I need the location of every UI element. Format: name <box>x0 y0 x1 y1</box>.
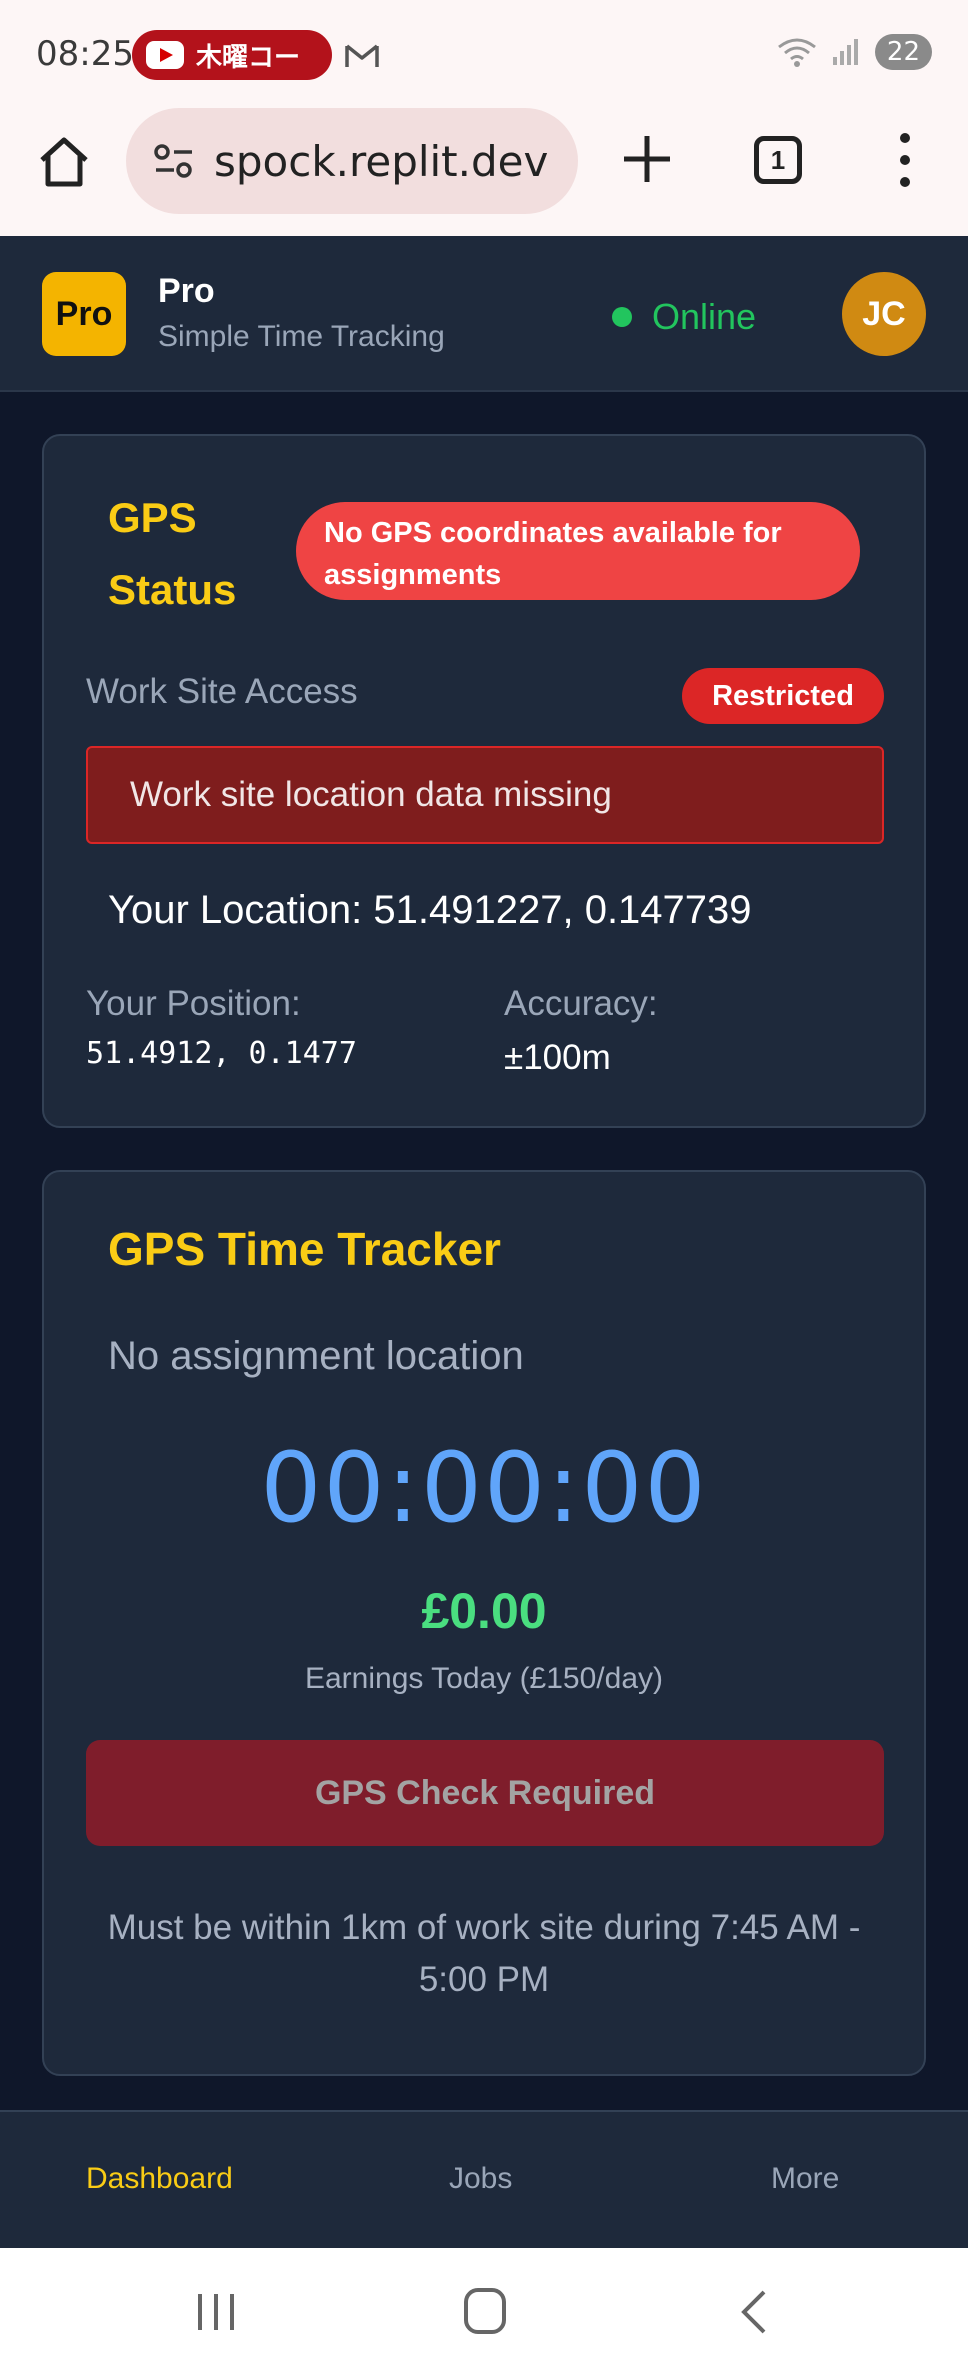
app-logo: Pro <box>42 272 126 356</box>
nav-dashboard[interactable]: Dashboard <box>86 2162 233 2196</box>
recent-apps-icon[interactable] <box>194 2290 238 2334</box>
gps-status-card: GPS Status No GPS coordinates available … <box>42 434 926 1128</box>
accuracy-value: ±100m <box>504 1038 611 1077</box>
youtube-icon <box>146 41 184 69</box>
gps-warning-badge: No GPS coordinates available for assignm… <box>296 502 860 600</box>
timer-display: 00:00:00 <box>260 1432 708 1544</box>
bottom-navigation: Dashboard Jobs More <box>0 2110 968 2248</box>
tab-switcher-button[interactable]: 1 <box>754 136 802 184</box>
nav-jobs[interactable]: Jobs <box>449 2162 512 2196</box>
position-label: Your Position: <box>86 984 301 1023</box>
earnings-amount: £0.00 <box>421 1583 547 1639</box>
location-missing-alert: Work site location data missing <box>86 746 884 844</box>
gps-check-button[interactable]: GPS Check Required <box>86 1740 884 1846</box>
back-icon[interactable] <box>736 2288 770 2336</box>
app-subtitle: Simple Time Tracking <box>158 320 445 353</box>
online-status: Online <box>612 296 756 338</box>
notification-text: 木曜コー <box>196 41 301 72</box>
address-bar[interactable]: spock.replit.dev <box>126 108 578 214</box>
youtube-notification-pill[interactable]: 木曜コー <box>132 30 332 80</box>
nav-more[interactable]: More <box>771 2162 839 2196</box>
assignment-location-text: No assignment location <box>108 1334 524 1378</box>
system-status-bar: 08:25 木曜コー 22 <box>0 0 968 104</box>
site-settings-icon[interactable] <box>152 141 196 181</box>
restricted-badge: Restricted <box>682 668 884 724</box>
work-hours-note: Must be within 1km of work site during 7… <box>107 1908 861 1999</box>
system-navigation-bar <box>0 2248 968 2376</box>
gps-status-title: GPS Status <box>108 494 237 613</box>
new-tab-icon[interactable] <box>620 132 674 186</box>
position-value: 51.4912, 0.1477 <box>86 1036 357 1071</box>
gmail-icon <box>345 44 379 67</box>
online-dot-icon <box>612 307 632 327</box>
status-icons: 22 <box>777 34 932 70</box>
app-header: Pro Pro Simple Time Tracking Online JC <box>0 236 968 392</box>
system-home-icon[interactable] <box>464 2288 506 2334</box>
avatar[interactable]: JC <box>842 272 926 356</box>
signal-icon <box>832 39 858 65</box>
tracker-title: GPS Time Tracker <box>108 1223 501 1275</box>
wifi-icon <box>777 38 816 67</box>
more-vert-icon[interactable] <box>888 130 922 190</box>
app-title: Pro <box>158 272 215 310</box>
earnings-label: Earnings Today (£150/day) <box>304 1662 663 1695</box>
url-text: spock.replit.dev <box>214 136 549 186</box>
work-site-access-label: Work Site Access <box>86 672 358 711</box>
browser-toolbar: spock.replit.dev 1 <box>0 104 968 236</box>
home-icon[interactable] <box>36 134 92 190</box>
accuracy-label: Accuracy: <box>504 984 658 1023</box>
your-location-text: Your Location: 51.491227, 0.147739 <box>108 888 752 932</box>
battery-icon: 22 <box>874 34 932 70</box>
online-status-label: Online <box>652 296 757 337</box>
time-tracker-card: GPS Time Tracker No assignment location … <box>42 1170 926 2076</box>
clock: 08:25 <box>36 34 134 74</box>
